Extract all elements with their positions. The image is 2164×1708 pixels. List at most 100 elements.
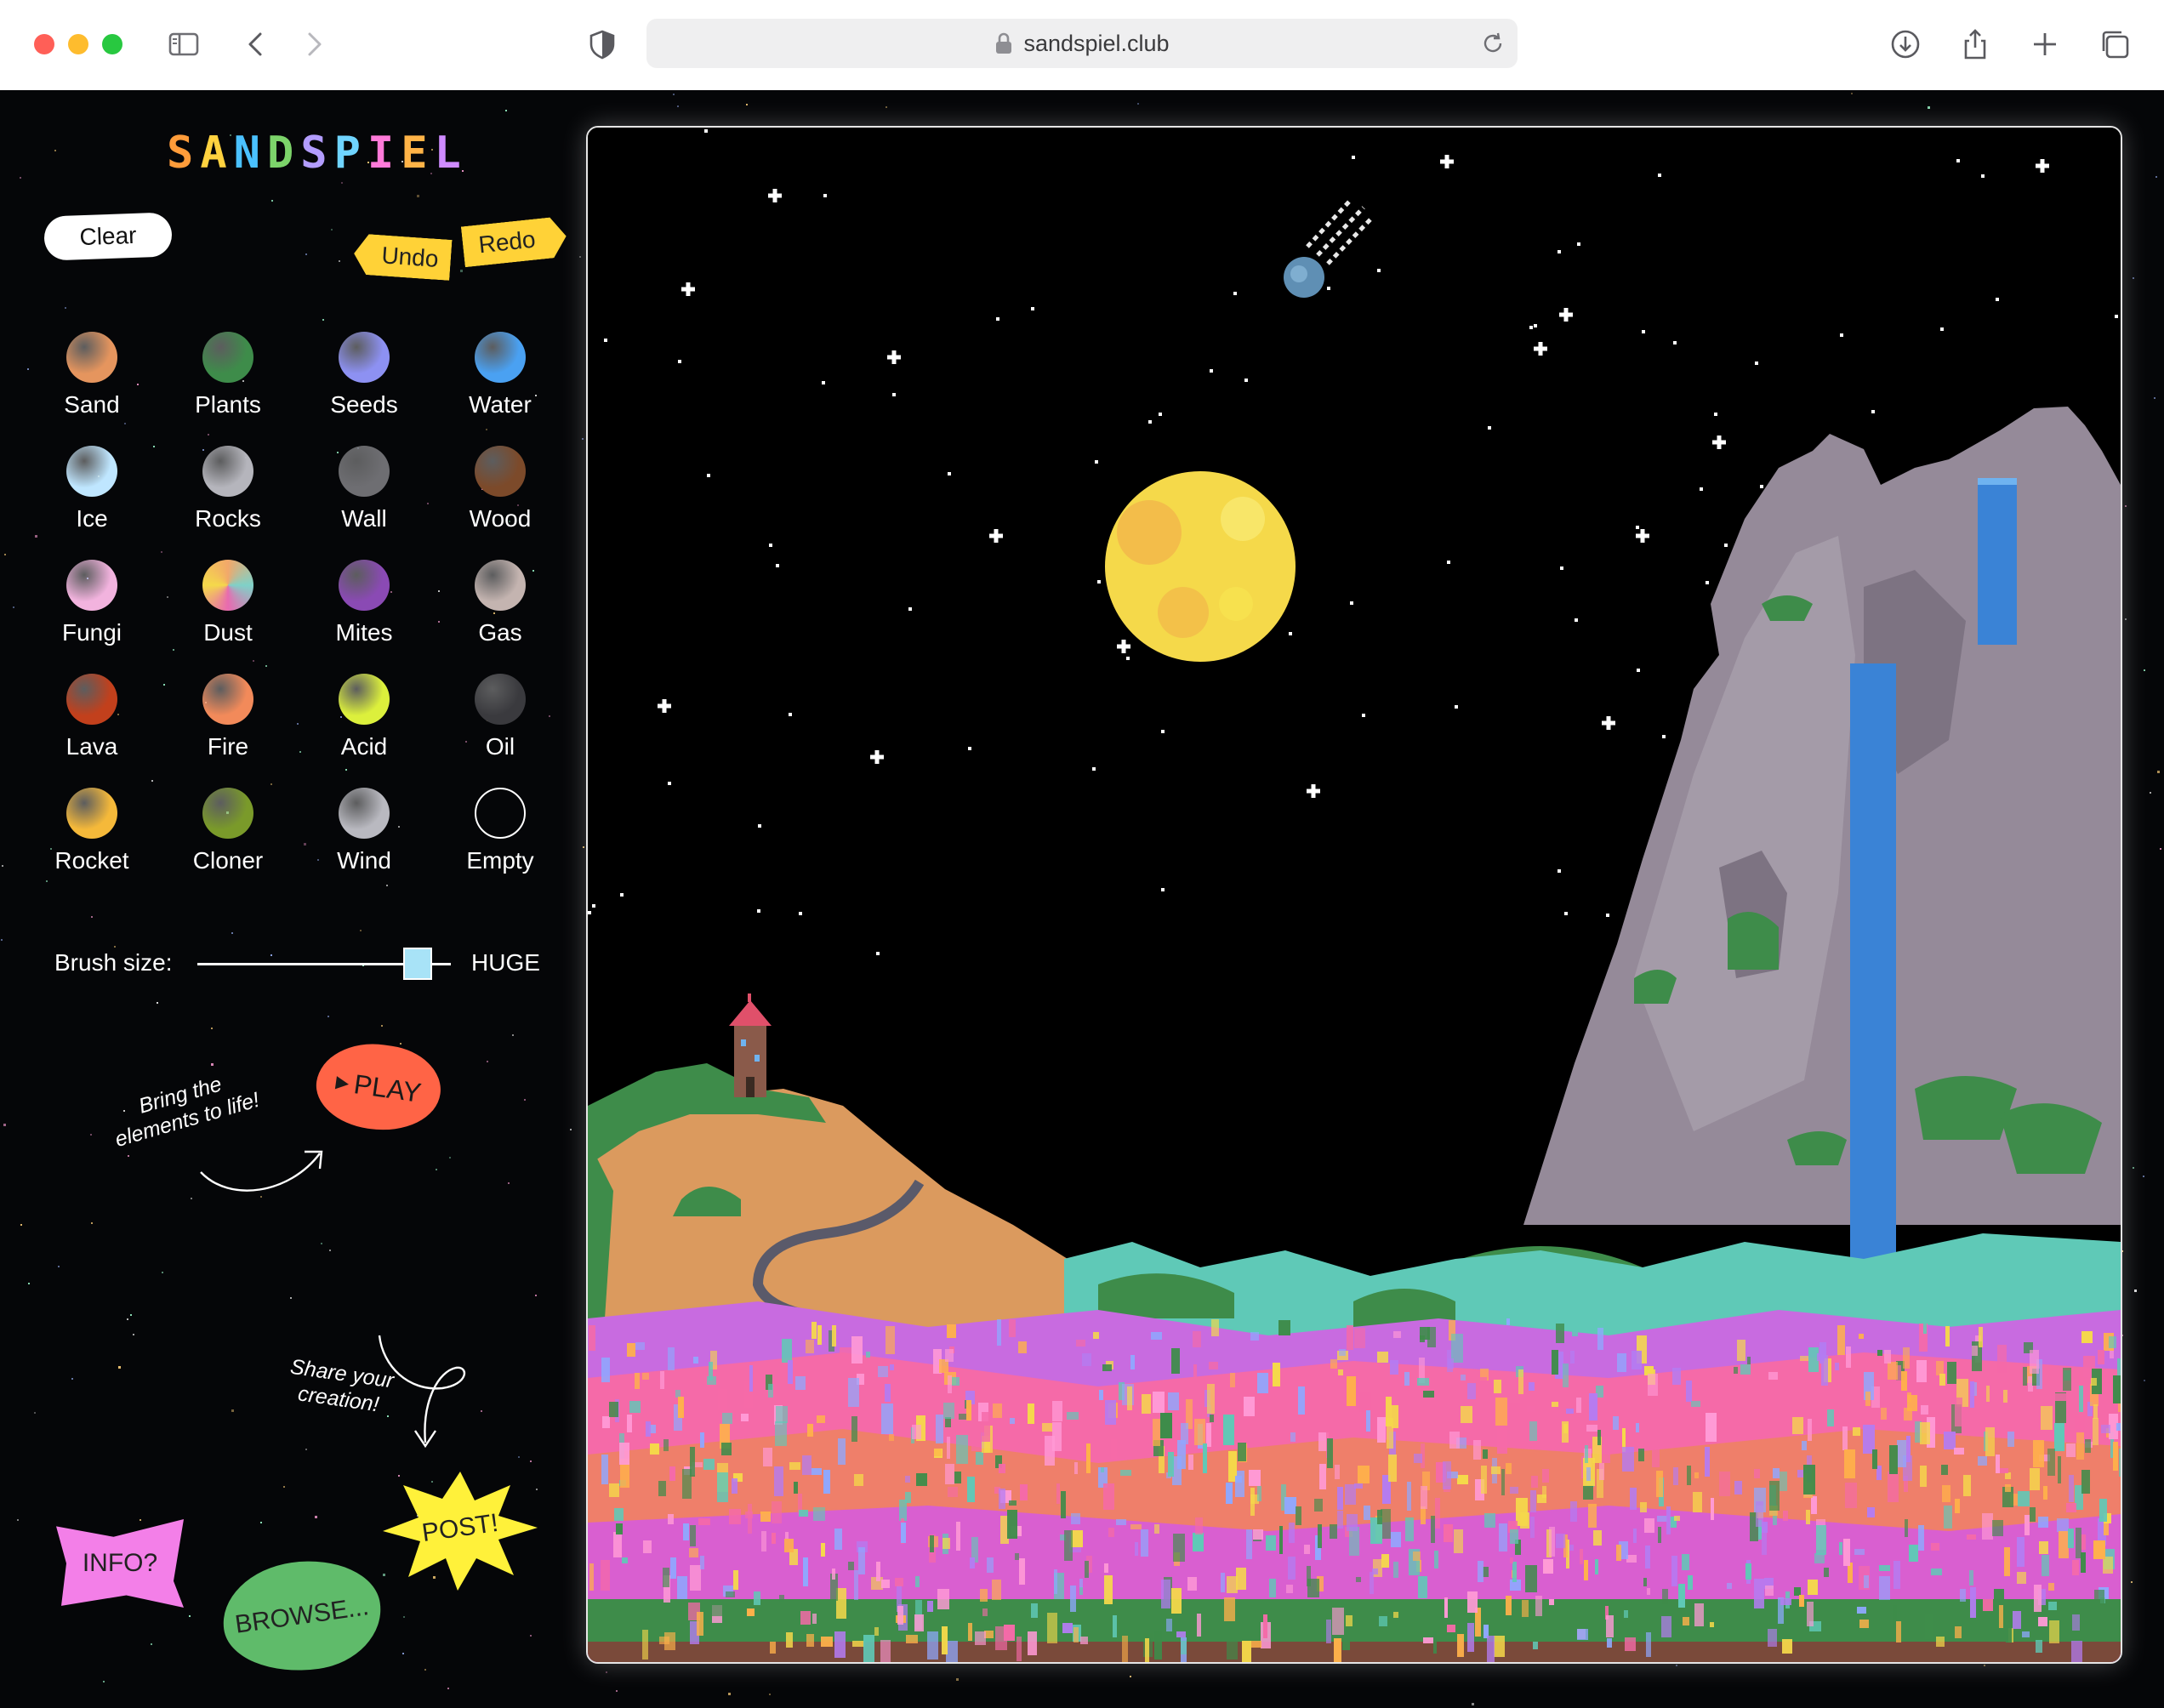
mites-swatch[interactable] xyxy=(339,560,390,611)
flower-speck xyxy=(1516,1498,1528,1526)
zoom-window-button[interactable] xyxy=(102,34,122,54)
brush-size-thumb[interactable] xyxy=(403,948,433,980)
reload-icon[interactable] xyxy=(1480,31,1506,56)
element-oil[interactable]: Oil xyxy=(432,674,568,776)
star xyxy=(746,104,748,105)
forward-icon[interactable] xyxy=(294,26,332,63)
flower-speck xyxy=(1867,1507,1875,1517)
flower-speck xyxy=(1193,1364,1197,1389)
element-gas[interactable]: Gas xyxy=(432,560,568,662)
flower-speck xyxy=(1522,1600,1529,1617)
flower-speck xyxy=(1889,1445,1898,1474)
rocks-swatch[interactable] xyxy=(202,446,253,497)
oil-swatch[interactable] xyxy=(475,674,526,725)
back-icon[interactable] xyxy=(238,26,276,63)
flower-speck xyxy=(785,1532,789,1539)
sidebar-icon[interactable] xyxy=(165,26,202,63)
element-rocket[interactable]: Rocket xyxy=(24,788,160,890)
element-lava[interactable]: Lava xyxy=(24,674,160,776)
element-acid[interactable]: Acid xyxy=(296,674,432,776)
gas-swatch[interactable] xyxy=(475,560,526,611)
sand-canvas[interactable] xyxy=(586,126,2122,1664)
flower-speck xyxy=(1447,1625,1455,1632)
clear-button[interactable]: Clear xyxy=(43,212,173,261)
element-rocks[interactable]: Rocks xyxy=(160,446,296,548)
seeds-swatch[interactable] xyxy=(339,332,390,383)
star xyxy=(2133,1167,2134,1169)
flower-speck xyxy=(813,1507,825,1521)
brush-size-label: Brush size: xyxy=(54,949,173,976)
star xyxy=(1558,869,1561,873)
element-ice[interactable]: Ice xyxy=(24,446,160,548)
cloner-swatch[interactable] xyxy=(202,788,253,839)
star xyxy=(162,1272,163,1273)
flower-speck xyxy=(700,1556,704,1569)
flower-speck xyxy=(1130,1524,1142,1529)
element-fungi[interactable]: Fungi xyxy=(24,560,160,662)
flower-speck xyxy=(1901,1371,1907,1391)
element-dust[interactable]: Dust xyxy=(160,560,296,662)
element-wood[interactable]: Wood xyxy=(432,446,568,548)
flower-speck xyxy=(2048,1602,2057,1610)
flower-speck xyxy=(1944,1432,1956,1449)
flower-speck xyxy=(1405,1517,1414,1541)
plants-swatch[interactable] xyxy=(202,332,253,383)
star xyxy=(231,1409,234,1412)
logo-letter: N xyxy=(233,128,267,179)
post-button[interactable]: POST! xyxy=(379,1468,541,1594)
lava-swatch[interactable] xyxy=(66,674,117,725)
flower-speck xyxy=(954,1472,961,1483)
flower-speck xyxy=(2099,1499,2107,1522)
shield-icon[interactable] xyxy=(584,26,621,63)
fungi-swatch[interactable] xyxy=(66,560,117,611)
empty-swatch[interactable] xyxy=(475,788,526,839)
flower-speck xyxy=(1960,1589,1966,1602)
element-fire[interactable]: Fire xyxy=(160,674,296,776)
dust-swatch[interactable] xyxy=(202,560,253,611)
star xyxy=(271,200,273,202)
element-mites[interactable]: Mites xyxy=(296,560,432,662)
star xyxy=(65,307,66,309)
flower-speck xyxy=(1666,1506,1671,1534)
flower-speck xyxy=(899,1500,907,1521)
sand-swatch[interactable] xyxy=(66,332,117,383)
share-icon[interactable] xyxy=(1956,26,1994,63)
element-seeds[interactable]: Seeds xyxy=(296,332,432,434)
flower-speck xyxy=(1955,1626,1962,1638)
wood-swatch[interactable] xyxy=(475,446,526,497)
flower-speck xyxy=(650,1443,659,1455)
rocket-swatch[interactable] xyxy=(66,788,117,839)
element-water[interactable]: Water xyxy=(432,332,568,434)
star xyxy=(1606,914,1609,917)
wind-swatch[interactable] xyxy=(339,788,390,839)
flower-speck xyxy=(1221,1573,1225,1592)
undo-button[interactable]: Undo xyxy=(352,233,452,281)
flower-speck xyxy=(1646,1632,1651,1657)
close-window-button[interactable] xyxy=(34,34,54,54)
address-bar[interactable]: sandspiel.club xyxy=(646,19,1518,68)
element-cloner[interactable]: Cloner xyxy=(160,788,296,890)
element-plants[interactable]: Plants xyxy=(160,332,296,434)
flower-speck xyxy=(1597,1430,1601,1445)
flower-speck xyxy=(1421,1486,1427,1509)
star xyxy=(1662,735,1666,738)
download-icon[interactable] xyxy=(1887,26,1924,63)
tabs-overview-icon[interactable] xyxy=(2096,26,2133,63)
canvas-scene[interactable] xyxy=(588,128,2121,1662)
acid-swatch[interactable] xyxy=(339,674,390,725)
element-wall[interactable]: Wall xyxy=(296,446,432,548)
new-tab-icon[interactable] xyxy=(2026,26,2064,63)
element-empty[interactable]: Empty xyxy=(432,788,568,890)
minimize-window-button[interactable] xyxy=(68,34,88,54)
flower-speck xyxy=(1290,1432,1296,1442)
fire-swatch[interactable] xyxy=(202,674,253,725)
wall-swatch[interactable] xyxy=(339,446,390,497)
flower-speck xyxy=(1141,1529,1148,1557)
ice-swatch[interactable] xyxy=(66,446,117,497)
star xyxy=(606,1671,607,1673)
element-wind[interactable]: Wind xyxy=(296,788,432,890)
flower-speck xyxy=(1056,1483,1060,1504)
flower-speck xyxy=(2076,1528,2081,1558)
water-swatch[interactable] xyxy=(475,332,526,383)
element-sand[interactable]: Sand xyxy=(24,332,160,434)
